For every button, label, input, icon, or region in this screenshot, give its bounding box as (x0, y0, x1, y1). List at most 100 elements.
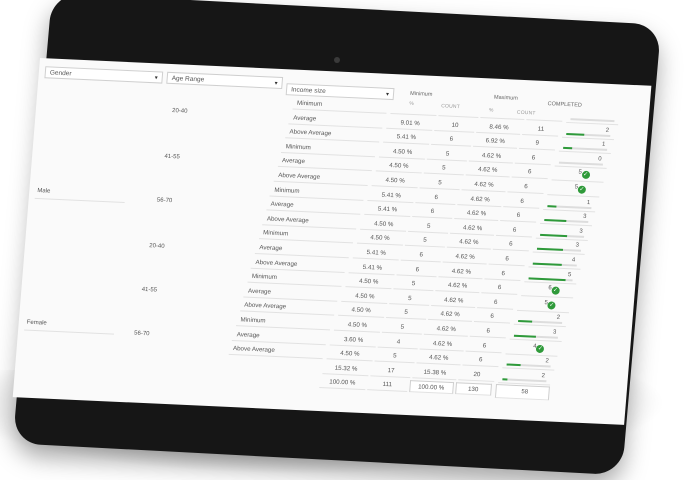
age-range-dropdown-label: Age Range (171, 75, 204, 83)
max-pct-cell: 4.62 % (446, 236, 491, 250)
completed-cell: 3 (532, 240, 585, 255)
max-pct-cell: 4.62 % (428, 308, 473, 322)
max-count-cell: 6 (485, 267, 522, 281)
max-count-cell: 6 (489, 253, 526, 267)
min-pct-cell: 5.41 % (368, 189, 415, 203)
income-level-label: Minimum (236, 314, 331, 330)
min-pct-cell: 4.50 % (334, 319, 381, 333)
income-level-label: Average (277, 155, 372, 171)
min-pct-cell: 4.50 % (345, 275, 392, 289)
min-pct-cell: 9.01 % (387, 116, 434, 130)
completed-cell: 2 (513, 312, 566, 327)
progress-track (567, 133, 611, 137)
max-count-cell: 6 (504, 195, 541, 209)
min-count-cell: 4 (378, 335, 419, 349)
min-pct-cell: 5.41 % (353, 246, 400, 260)
progress-track (540, 234, 584, 238)
completed-cell: 3 (536, 226, 589, 241)
max-count-cell: 6 (466, 339, 503, 353)
age-group-41-55: 41-55 (164, 154, 180, 161)
max-count-cell: 6 (470, 325, 507, 339)
max-pct-cell: 4.62 % (469, 149, 514, 163)
min-pct-cell: 3.60 % (330, 333, 377, 347)
income-level-label: Minimum (293, 98, 388, 114)
summary-max-pct: 15.38 % (412, 366, 457, 380)
max-count-cell: 6 (507, 180, 544, 194)
min-count-cell: 5 (423, 162, 464, 176)
income-level-label: Above Average (262, 213, 357, 229)
progress-fill (503, 378, 508, 380)
max-count-cell: 6 (462, 354, 499, 368)
max-count-cell (526, 108, 563, 122)
completed-cell: 3 (540, 211, 593, 226)
completed-cell: 5✓ (551, 168, 604, 183)
summary-min-count: 111 (367, 379, 408, 393)
min-pct-cell: 5.41 % (364, 203, 411, 217)
max-pct-cell: 6.92 % (473, 135, 518, 149)
income-level-label: Minimum (247, 271, 342, 287)
min-count-cell: 5 (408, 220, 449, 234)
completed-cell: 1 (559, 139, 612, 154)
income-level-label: Minimum (259, 228, 354, 244)
age-group-20-40: 20-40 (172, 108, 188, 115)
min-count-cell: 5 (427, 147, 468, 161)
divider (24, 330, 114, 335)
progress-fill (544, 219, 566, 222)
progress-track (570, 118, 614, 122)
max-pct-cell: 4.62 % (439, 265, 484, 279)
max-count-cell: 6 (496, 224, 533, 238)
progress-track (514, 335, 558, 339)
completed-cell: 0 (555, 153, 608, 168)
progress-track (563, 147, 607, 151)
min-pct-cell: 4.50 % (326, 348, 373, 362)
max-pct-cell: 4.62 % (420, 337, 465, 351)
income-level-label: Above Average (285, 126, 380, 142)
progress-track (536, 248, 580, 252)
max-count-cell: 6 (511, 166, 548, 180)
progress-fill (506, 364, 521, 367)
summary-completed-value: 58 (521, 387, 529, 399)
max-pct-cell: 4.62 % (465, 164, 510, 178)
age-group-20-40: 20-40 (149, 243, 165, 250)
check-icon: ✓ (578, 186, 587, 194)
check-icon: ✓ (536, 344, 545, 352)
min-count-cell: 5 (404, 234, 445, 248)
chevron-down-icon: ▼ (385, 89, 391, 101)
min-count-cell: 10 (435, 119, 476, 133)
min-count-cell: 6 (416, 191, 457, 205)
completed-cell: 1 (544, 197, 597, 212)
min-count-cell: 5 (382, 321, 423, 335)
completed-cell: 2 (502, 356, 555, 371)
min-pct-cell (390, 102, 437, 116)
group-male: Male (37, 188, 50, 195)
completed-cell: 5✓ (517, 298, 570, 313)
income-level-label: Minimum (281, 141, 376, 157)
min-count-cell: 6 (431, 133, 472, 147)
max-pct-cell: 4.62 % (431, 294, 476, 308)
min-count-cell: 5 (386, 306, 427, 320)
progress-fill (567, 133, 585, 136)
max-count-cell: 11 (523, 123, 560, 137)
max-count-cell: 6 (515, 151, 552, 165)
max-count-cell: 9 (519, 137, 556, 151)
age-range-dropdown[interactable]: Age Range ▼ (166, 72, 283, 89)
income-level-label: Average (266, 199, 361, 215)
min-pct-cell: 5.41 % (383, 131, 430, 145)
progress-fill (533, 263, 563, 266)
completed-cell: 4✓ (506, 341, 559, 356)
income-level-label: Above Average (240, 300, 335, 316)
income-level-label: Above Average (228, 343, 323, 359)
max-pct-cell: 8.46 % (477, 121, 522, 135)
max-pct-cell: 4.62 % (450, 222, 495, 236)
min-count-cell: 5 (420, 176, 461, 190)
progress-fill (518, 320, 533, 323)
income-level-label: Average (244, 285, 339, 301)
completed-cell: 4 (528, 254, 581, 269)
camera-dot (334, 57, 340, 63)
min-count-cell: 5 (389, 292, 430, 306)
group-female: Female (26, 320, 46, 327)
gender-dropdown-label: Gender (50, 69, 72, 77)
completed-header: COMPLETED (547, 101, 582, 109)
summary-completed-cell: 58 (494, 384, 549, 400)
gender-dropdown[interactable]: Gender ▼ (44, 66, 163, 83)
